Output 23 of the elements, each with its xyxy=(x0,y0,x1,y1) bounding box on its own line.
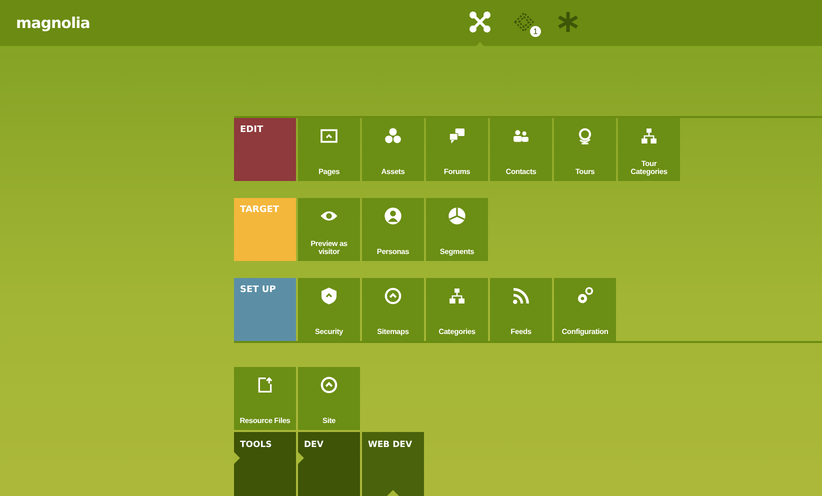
group-tab[interactable]: WEB DEV xyxy=(362,432,424,496)
hierarchy-icon xyxy=(447,286,467,306)
notification-badge: 1 xyxy=(530,26,541,37)
rss-icon xyxy=(511,286,531,306)
circles-icon xyxy=(383,126,403,146)
group-label: TARGET xyxy=(234,198,296,261)
person-icon xyxy=(383,206,403,226)
group-tab[interactable]: DEV xyxy=(298,432,360,496)
circle-chevron-icon xyxy=(319,375,339,395)
circle-chevron-icon xyxy=(383,286,403,306)
logo: magnolia xyxy=(16,14,90,32)
screen-icon xyxy=(319,126,339,146)
hierarchy-icon xyxy=(639,126,659,146)
pie-icon xyxy=(447,206,467,226)
chat-icon xyxy=(447,126,467,146)
pulse-icon xyxy=(512,10,536,34)
asterisk-icon xyxy=(556,10,580,34)
group-tab[interactable]: TOOLS xyxy=(234,432,296,496)
gears-icon xyxy=(575,286,595,306)
shield-icon xyxy=(319,286,339,306)
group-label: SET UP xyxy=(234,278,296,341)
group-label: EDIT xyxy=(234,118,296,181)
nodes-icon xyxy=(468,10,492,34)
